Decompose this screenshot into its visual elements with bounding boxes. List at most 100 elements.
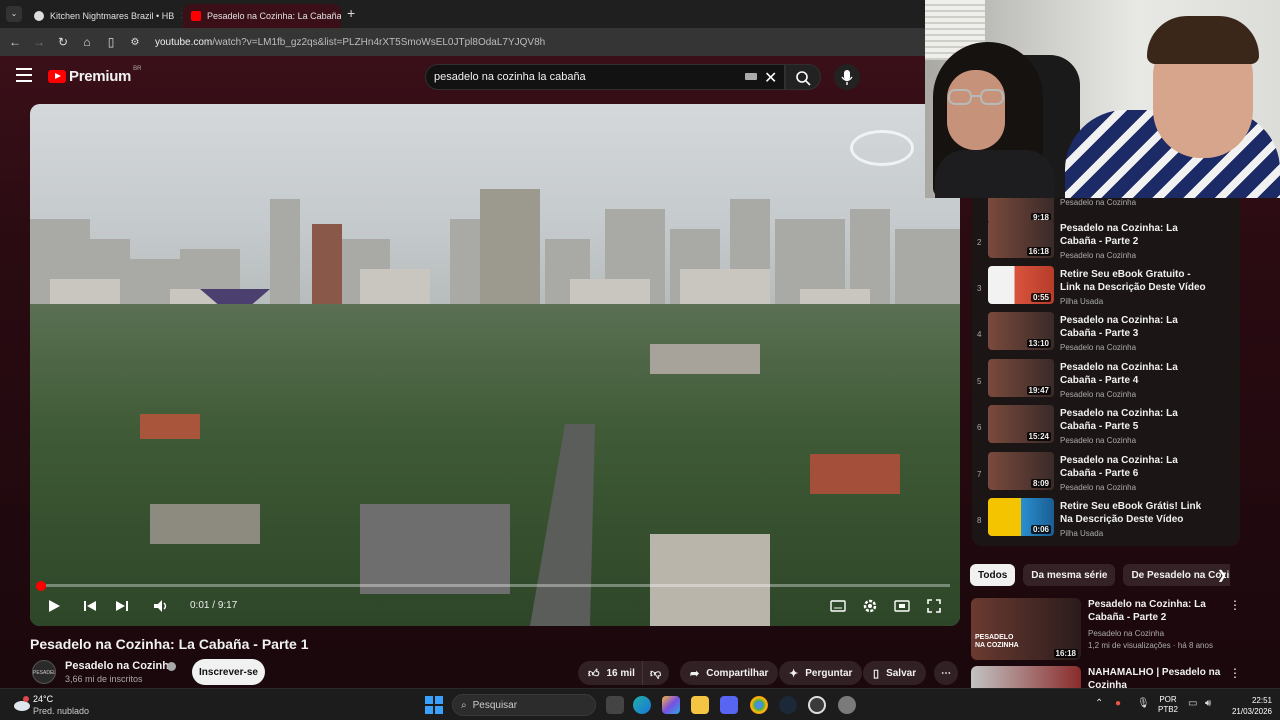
chevron-up-icon[interactable]: ⌃ bbox=[1095, 698, 1103, 709]
weather-cloud-icon[interactable] bbox=[12, 695, 32, 713]
more-actions-button[interactable]: ⋯ bbox=[934, 661, 958, 685]
split-view-icon[interactable]: ▯ bbox=[99, 35, 123, 49]
playlist-index: 7 bbox=[977, 470, 982, 479]
playlist-item-channel: Pesadelo na Cozinha bbox=[1060, 251, 1137, 260]
playlist-item[interactable]: 2 16:18 Pesadelo na Cozinha: La Cabaña - P… bbox=[972, 220, 1240, 266]
share-button[interactable]: ➦ Compartilhar bbox=[680, 661, 779, 685]
playlist-item-title: Retire Seu eBook Grátis! Link Na Descriç… bbox=[1060, 501, 1202, 525]
playlist-thumbnail: 16:18 bbox=[988, 220, 1054, 258]
weather-temperature[interactable]: 24°C bbox=[33, 694, 53, 704]
progress-scrubber[interactable] bbox=[36, 581, 46, 591]
input-language[interactable]: POR PTB2 bbox=[1158, 695, 1178, 715]
ask-label: Perguntar bbox=[805, 667, 853, 679]
playlist-item-channel: Pesadelo na Cozinha bbox=[1060, 198, 1137, 207]
tab-kitchen-nightmares[interactable]: Kitchen Nightmares Brazil • HB ✕ bbox=[26, 4, 182, 28]
chip-from-channel[interactable]: De Pesadelo na Cozinha bbox=[1123, 564, 1230, 586]
url-path: /watch?v=LM1fb_gz2qs&list=PLZHn4rXT5SmoW… bbox=[212, 36, 546, 48]
logo-text: Premium bbox=[69, 68, 132, 85]
recommendation-item[interactable]: PESADELO NA COZINHA 16:18 Pesadelo na Co… bbox=[971, 598, 1241, 664]
fullscreen-button[interactable] bbox=[926, 598, 942, 617]
copilot-icon[interactable] bbox=[662, 696, 680, 714]
recommendation-channel: Pesadelo na Cozinha bbox=[1088, 629, 1165, 638]
volume-button[interactable] bbox=[152, 598, 170, 617]
playlist-item[interactable]: 8 0:06 Retire Seu eBook Grátis! Link Na De… bbox=[972, 498, 1240, 544]
windows-start-button[interactable] bbox=[425, 696, 443, 714]
voice-search-button[interactable] bbox=[834, 64, 860, 90]
recommendation-stats: 1,2 mi de visualizações · há 8 anos bbox=[1088, 641, 1213, 650]
tab-pesadelo[interactable]: Pesadelo na Cozinha: La Cabaña ✕ bbox=[183, 4, 341, 28]
file-explorer-icon[interactable] bbox=[691, 696, 709, 714]
previous-button[interactable] bbox=[82, 598, 98, 617]
like-button[interactable]: 👍︎ 16 mil bbox=[578, 661, 643, 685]
more-vert-icon[interactable]: ⋮ bbox=[1229, 598, 1241, 612]
subscribe-button[interactable]: Inscrever-se bbox=[192, 659, 265, 685]
playlist-item-channel: Pilha Usada bbox=[1060, 529, 1104, 538]
chevron-right-icon[interactable]: ❯ bbox=[1217, 568, 1227, 582]
playlist-item[interactable]: 6 15:24 Pesadelo na Cozinha: La Cabaña - P… bbox=[972, 405, 1240, 451]
chip-same-series[interactable]: Da mesma série bbox=[1023, 564, 1116, 586]
close-tab-icon[interactable]: ✕ bbox=[174, 11, 182, 22]
clock[interactable]: 22:51 21/03/2026 bbox=[1228, 695, 1272, 717]
forward-icon[interactable]: → bbox=[27, 35, 51, 49]
subtitles-button[interactable] bbox=[830, 598, 846, 617]
save-button[interactable]: ▯ Salvar bbox=[863, 661, 927, 685]
playlist-item[interactable]: 3 0:55 Retire Seu eBook Gratuito - Link na… bbox=[972, 266, 1240, 312]
subtitles-icon bbox=[830, 600, 846, 612]
playlist-item[interactable]: 4 13:10 Pesadelo na Cozinha: La Cabaña - P… bbox=[972, 312, 1240, 358]
playlist-item-title: Retire Seu eBook Gratuito - Link na Desc… bbox=[1060, 269, 1206, 293]
site-info-icon[interactable]: ⚙ bbox=[123, 37, 147, 48]
settings-app-icon[interactable] bbox=[838, 696, 856, 714]
playlist-item[interactable]: 5 19:47 Pesadelo na Cozinha: La Cabaña - P… bbox=[972, 359, 1240, 405]
more-vert-icon[interactable]: ⋮ bbox=[1229, 666, 1241, 680]
video-frame-details bbox=[140, 344, 900, 626]
settings-button[interactable] bbox=[862, 598, 878, 617]
edge-icon[interactable] bbox=[633, 696, 651, 714]
chrome-icon[interactable] bbox=[750, 696, 768, 714]
url-host: youtube.com bbox=[155, 36, 213, 48]
back-icon[interactable]: ← bbox=[3, 35, 27, 49]
microphone-icon[interactable]: 🎙︎ bbox=[1137, 698, 1150, 709]
new-tab-button[interactable]: + bbox=[347, 5, 355, 21]
video-title: Pesadelo na Cozinha: La Cabaña - Parte 1 bbox=[30, 636, 309, 652]
discord-icon[interactable] bbox=[720, 696, 738, 714]
reload-icon[interactable]: ↻ bbox=[51, 35, 75, 49]
progress-bar[interactable] bbox=[40, 584, 950, 587]
taskbar-search[interactable]: ⌕ Pesquisar bbox=[452, 694, 596, 716]
bookmark-icon: ▯ bbox=[873, 667, 880, 680]
task-view-icon[interactable] bbox=[606, 696, 624, 714]
webcam-overlay bbox=[925, 0, 1280, 198]
duration-badge: 13:10 bbox=[1026, 339, 1051, 348]
search-button[interactable] bbox=[785, 64, 821, 90]
microphone-icon bbox=[841, 70, 853, 85]
next-button[interactable] bbox=[114, 598, 130, 617]
playlist-item-channel: Pesadelo na Cozinha bbox=[1060, 390, 1137, 399]
app-tray-icon[interactable]: ● bbox=[1115, 698, 1121, 709]
video-player[interactable]: 0:01 / 9:17 bbox=[30, 104, 960, 626]
channel-avatar[interactable]: PESADELO NA COZINHA bbox=[32, 660, 56, 684]
hamburger-menu-icon[interactable] bbox=[16, 68, 32, 82]
play-button[interactable] bbox=[46, 598, 62, 617]
url-field[interactable]: youtube.com/watch?v=LM1fb_gz2qs&list=PLZ… bbox=[155, 37, 545, 48]
playlist-index: 2 bbox=[977, 238, 982, 247]
home-icon[interactable]: ⌂ bbox=[75, 35, 99, 49]
channel-name[interactable]: Pesadelo na Cozinha bbox=[65, 660, 175, 672]
ask-button[interactable]: ✦ Perguntar bbox=[779, 661, 863, 685]
dislike-button[interactable]: 👎︎ bbox=[642, 661, 670, 685]
search-input[interactable]: pesadelo na cozinha la cabaña bbox=[425, 64, 785, 90]
chip-all[interactable]: Todos bbox=[970, 564, 1016, 586]
tab-list-button[interactable]: ⌄ bbox=[6, 6, 22, 22]
verified-check-icon bbox=[167, 662, 176, 671]
keyboard-icon[interactable] bbox=[745, 73, 757, 80]
speaker-icon[interactable]: 🔊︎ bbox=[1205, 698, 1211, 709]
fullscreen-icon bbox=[927, 599, 941, 613]
theater-mode-button[interactable] bbox=[894, 598, 910, 617]
recommendation-item[interactable]: NAHAMALHO | Pesadelo na Cozinha [REAPRES… bbox=[971, 666, 1241, 688]
network-icon[interactable]: ▭ bbox=[1188, 698, 1197, 709]
clear-search-icon[interactable]: ✕ bbox=[764, 68, 777, 88]
obs-icon[interactable] bbox=[808, 696, 826, 714]
playlist-item[interactable]: 7 8:09 Pesadelo na Cozinha: La Cabaña - Pa… bbox=[972, 452, 1240, 498]
steam-icon[interactable] bbox=[779, 696, 797, 714]
playlist-thumbnail: 13:10 bbox=[988, 312, 1054, 350]
weather-description[interactable]: Pred. nublado bbox=[33, 706, 89, 716]
youtube-premium-logo[interactable]: Premium BR bbox=[48, 66, 141, 85]
